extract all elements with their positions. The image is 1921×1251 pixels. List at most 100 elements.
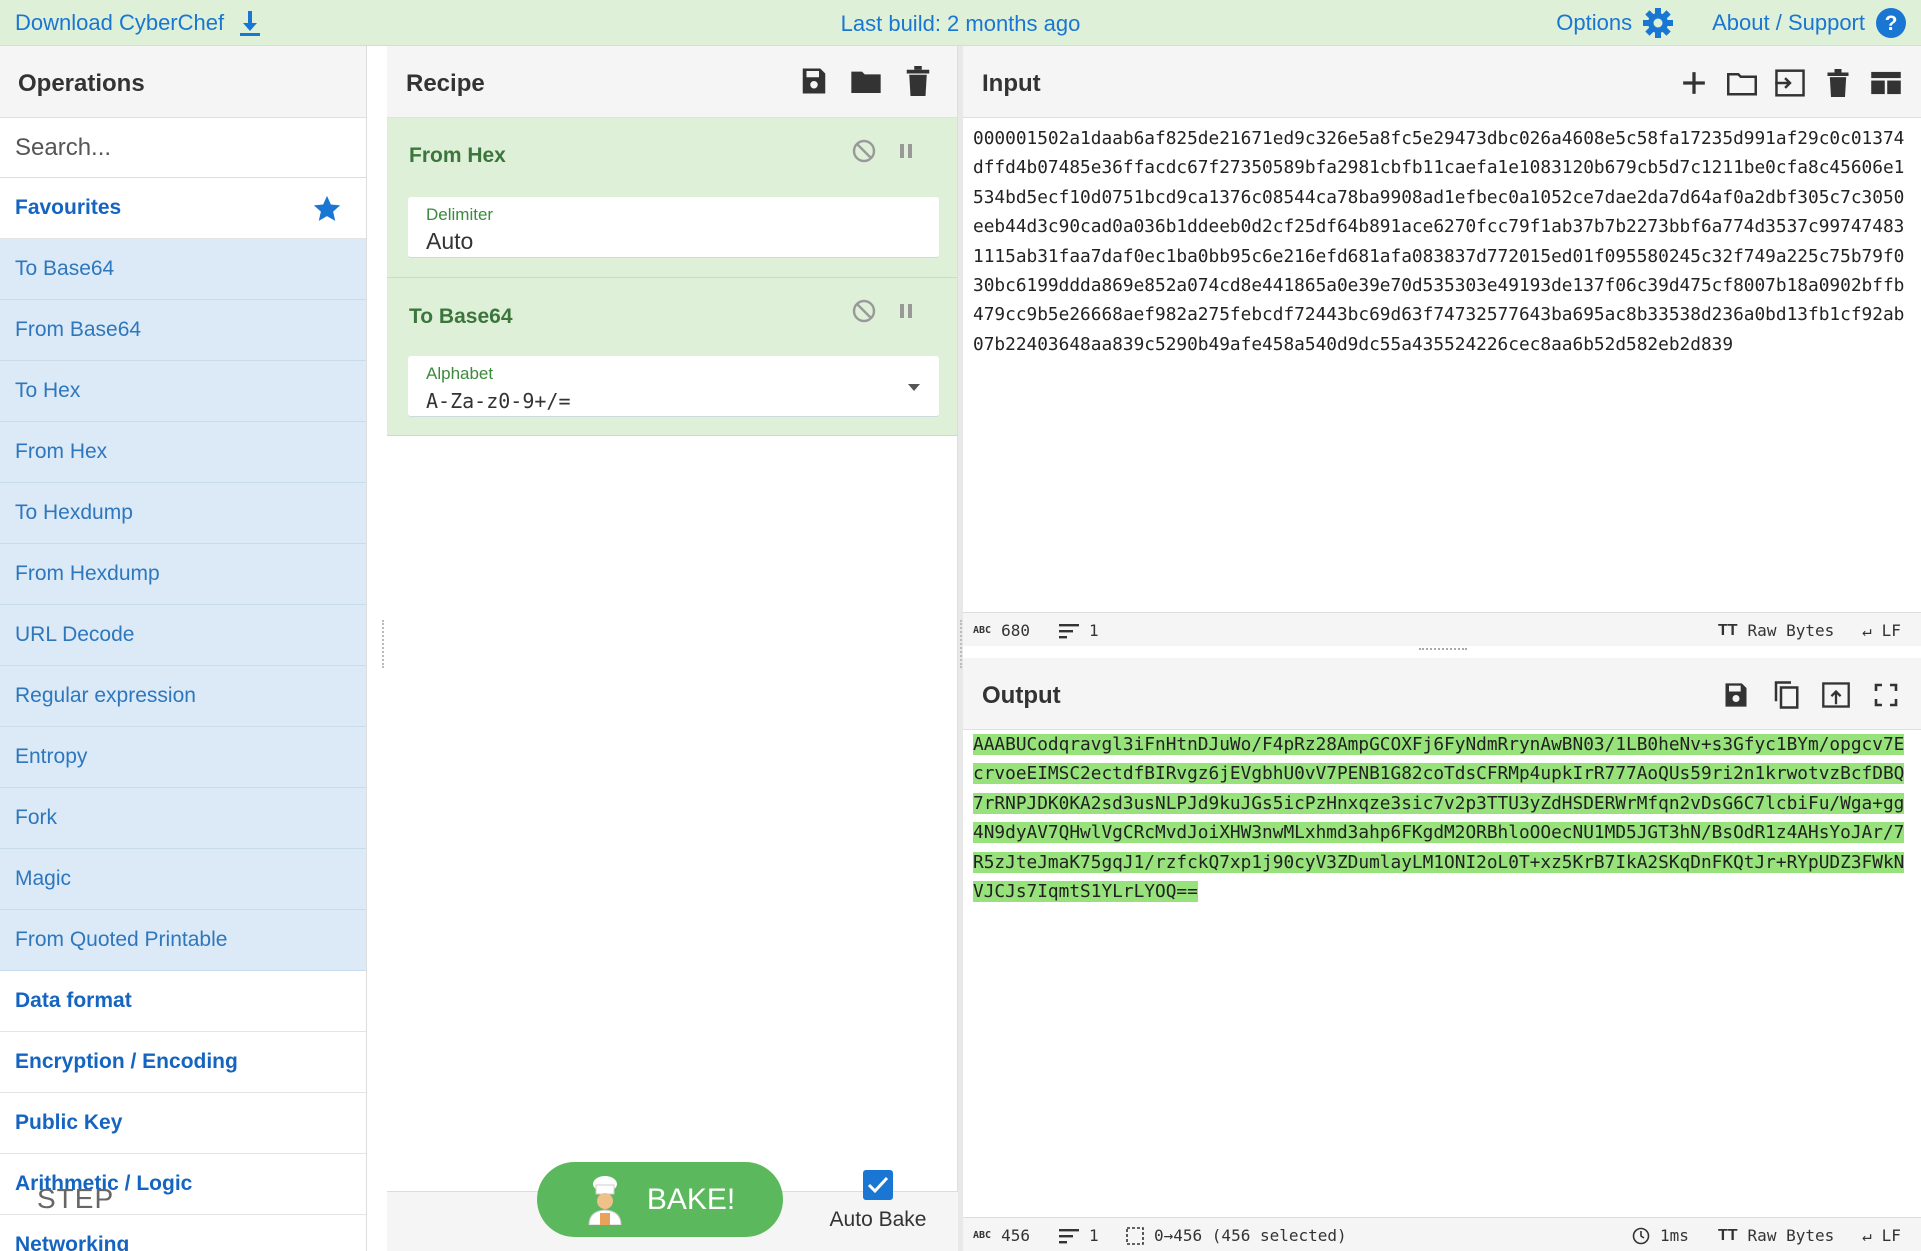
options-button[interactable]: Options <box>1556 7 1674 39</box>
copy-icon[interactable] <box>1769 678 1803 712</box>
save-output-icon[interactable] <box>1719 678 1753 712</box>
top-banner: Download CyberChef Last build: 2 months … <box>0 0 1921 46</box>
bake-button[interactable]: BAKE! <box>537 1162 783 1237</box>
about-support-button[interactable]: About / Support ? <box>1712 7 1907 39</box>
recipe-op-title: From Hex <box>409 144 506 167</box>
operation-to-hexdump[interactable]: To Hexdump <box>0 483 366 544</box>
options-label: Options <box>1556 10 1633 35</box>
disable-icon[interactable] <box>851 298 877 324</box>
replace-input-icon[interactable] <box>1819 678 1853 712</box>
delimiter-field[interactable]: Delimiter Auto <box>408 197 939 258</box>
output-header: Output <box>963 658 1921 730</box>
operation-url-decode[interactable]: URL Decode <box>0 605 366 666</box>
input-eol-button[interactable]: ↵ LF <box>1862 621 1901 640</box>
last-build-text: Last build: 2 months ago <box>840 11 1081 36</box>
length-icon: ABC <box>973 1230 992 1241</box>
io-resize-handle[interactable] <box>963 646 1921 656</box>
input-title: Input <box>982 70 1041 97</box>
help-icon: ? <box>1875 7 1907 39</box>
pause-icon[interactable] <box>893 138 919 164</box>
operation-to-base64[interactable]: To Base64 <box>0 239 366 300</box>
operations-header: Operations <box>0 46 366 118</box>
layout-icon[interactable] <box>1869 66 1903 100</box>
return-icon: ↵ <box>1862 1226 1872 1245</box>
operations-panel: Operations Favourites To Base64 From Bas… <box>0 46 367 1251</box>
recipe-drop-area[interactable] <box>387 480 958 1190</box>
recipe-resize-handle[interactable] <box>960 620 962 668</box>
category-favourites[interactable]: Favourites <box>0 178 366 239</box>
text-format-icon: TT <box>1718 621 1738 639</box>
operation-from-base64[interactable]: From Base64 <box>0 300 366 361</box>
alphabet-select[interactable]: Alphabet A-Za-z0-9+/= <box>408 356 939 417</box>
star-icon[interactable] <box>312 194 342 224</box>
lines-icon <box>1059 623 1079 639</box>
open-folder-icon[interactable] <box>1725 66 1759 100</box>
auto-bake-toggle[interactable]: Auto Bake <box>828 1170 928 1240</box>
output-status-bar: ABC 456 1 0→456 (456 selected) 1ms TT Raw … <box>963 1217 1921 1251</box>
operations-title: Operations <box>18 70 145 97</box>
auto-bake-label: Auto Bake <box>829 1208 927 1231</box>
operation-from-hexdump[interactable]: From Hexdump <box>0 544 366 605</box>
clear-input-icon[interactable] <box>1821 66 1855 100</box>
output-textarea[interactable]: AAABUCodqravgl3iFnHtnDJuWo/F4pRz28AmpGCO… <box>973 730 1913 906</box>
import-file-icon[interactable] <box>1773 66 1807 100</box>
operation-entropy[interactable]: Entropy <box>0 727 366 788</box>
delimiter-value: Auto <box>426 228 474 254</box>
recipe-title: Recipe <box>406 70 485 97</box>
save-recipe-icon[interactable] <box>797 64 831 98</box>
operation-from-quoted-printable[interactable]: From Quoted Printable <box>0 910 366 971</box>
about-label: About / Support <box>1712 10 1865 35</box>
input-header: Input <box>963 46 1921 118</box>
output-time: 1ms <box>1660 1226 1689 1245</box>
output-encoding-button[interactable]: TT Raw Bytes <box>1718 1226 1834 1245</box>
category-data-format[interactable]: Data format <box>0 971 366 1032</box>
text-format-icon: TT <box>1718 1226 1738 1244</box>
output-length: 456 <box>1001 1226 1030 1245</box>
operation-to-hex[interactable]: To Hex <box>0 361 366 422</box>
resize-grip[interactable] <box>1419 648 1467 652</box>
recipe-op-from-hex[interactable]: From Hex Delimiter Auto <box>387 118 957 278</box>
operation-from-hex[interactable]: From Hex <box>0 422 366 483</box>
chef-icon <box>585 1175 625 1225</box>
download-label: Download CyberChef <box>15 10 225 35</box>
download-cyberchef-link[interactable]: Download CyberChef <box>15 0 262 46</box>
input-encoding-button[interactable]: TT Raw Bytes <box>1718 621 1834 640</box>
recipe-op-to-base64[interactable]: To Base64 Alphabet A-Za-z0-9+/= <box>387 278 957 436</box>
input-status-bar: ABC 680 1 TT Raw Bytes ↵ LF <box>963 612 1921 646</box>
caret-down-icon[interactable] <box>907 382 921 392</box>
recipe-panel: Recipe From Hex Delimiter Auto To Base64… <box>387 46 958 1251</box>
category-public-key[interactable]: Public Key <box>0 1093 366 1154</box>
input-length: 680 <box>1001 621 1030 640</box>
folder-icon[interactable] <box>849 64 883 98</box>
category-encryption-encoding[interactable]: Encryption / Encoding <box>0 1032 366 1093</box>
operation-magic[interactable]: Magic <box>0 849 366 910</box>
output-eol-button[interactable]: ↵ LF <box>1862 1226 1901 1245</box>
auto-bake-checkbox[interactable] <box>863 1170 893 1200</box>
category-networking[interactable]: Networking <box>0 1215 366 1251</box>
gear-icon <box>1642 7 1674 39</box>
io-panel: Input 000001502a1daab6af825de21671ed9c32… <box>963 46 1921 1251</box>
input-encoding: Raw Bytes <box>1747 621 1835 640</box>
bake-label: BAKE! <box>646 1182 736 1216</box>
trash-icon[interactable] <box>901 64 935 98</box>
output-selected-text[interactable]: AAABUCodqravgl3iFnHtnDJuWo/F4pRz28AmpGCO… <box>973 734 1905 903</box>
clock-icon <box>1632 1227 1650 1245</box>
length-icon: ABC <box>973 625 992 636</box>
delimiter-label: Delimiter <box>426 205 494 224</box>
search-input[interactable] <box>0 118 366 177</box>
pause-icon[interactable] <box>893 298 919 324</box>
input-eol: LF <box>1881 621 1901 640</box>
add-tab-icon[interactable] <box>1677 66 1711 100</box>
operations-resize-handle[interactable] <box>382 620 386 668</box>
svg-text:?: ? <box>1885 12 1898 35</box>
input-textarea[interactable]: 000001502a1daab6af825de21671ed9c326e5a8f… <box>973 124 1913 359</box>
step-button[interactable]: STEP <box>37 1183 114 1215</box>
operation-regular-expression[interactable]: Regular expression <box>0 666 366 727</box>
output-title: Output <box>982 682 1061 709</box>
operation-fork[interactable]: Fork <box>0 788 366 849</box>
disable-icon[interactable] <box>851 138 877 164</box>
output-encoding: Raw Bytes <box>1747 1226 1835 1245</box>
recipe-header: Recipe <box>387 46 957 118</box>
maximise-icon[interactable] <box>1869 678 1903 712</box>
alphabet-label: Alphabet <box>426 364 494 383</box>
